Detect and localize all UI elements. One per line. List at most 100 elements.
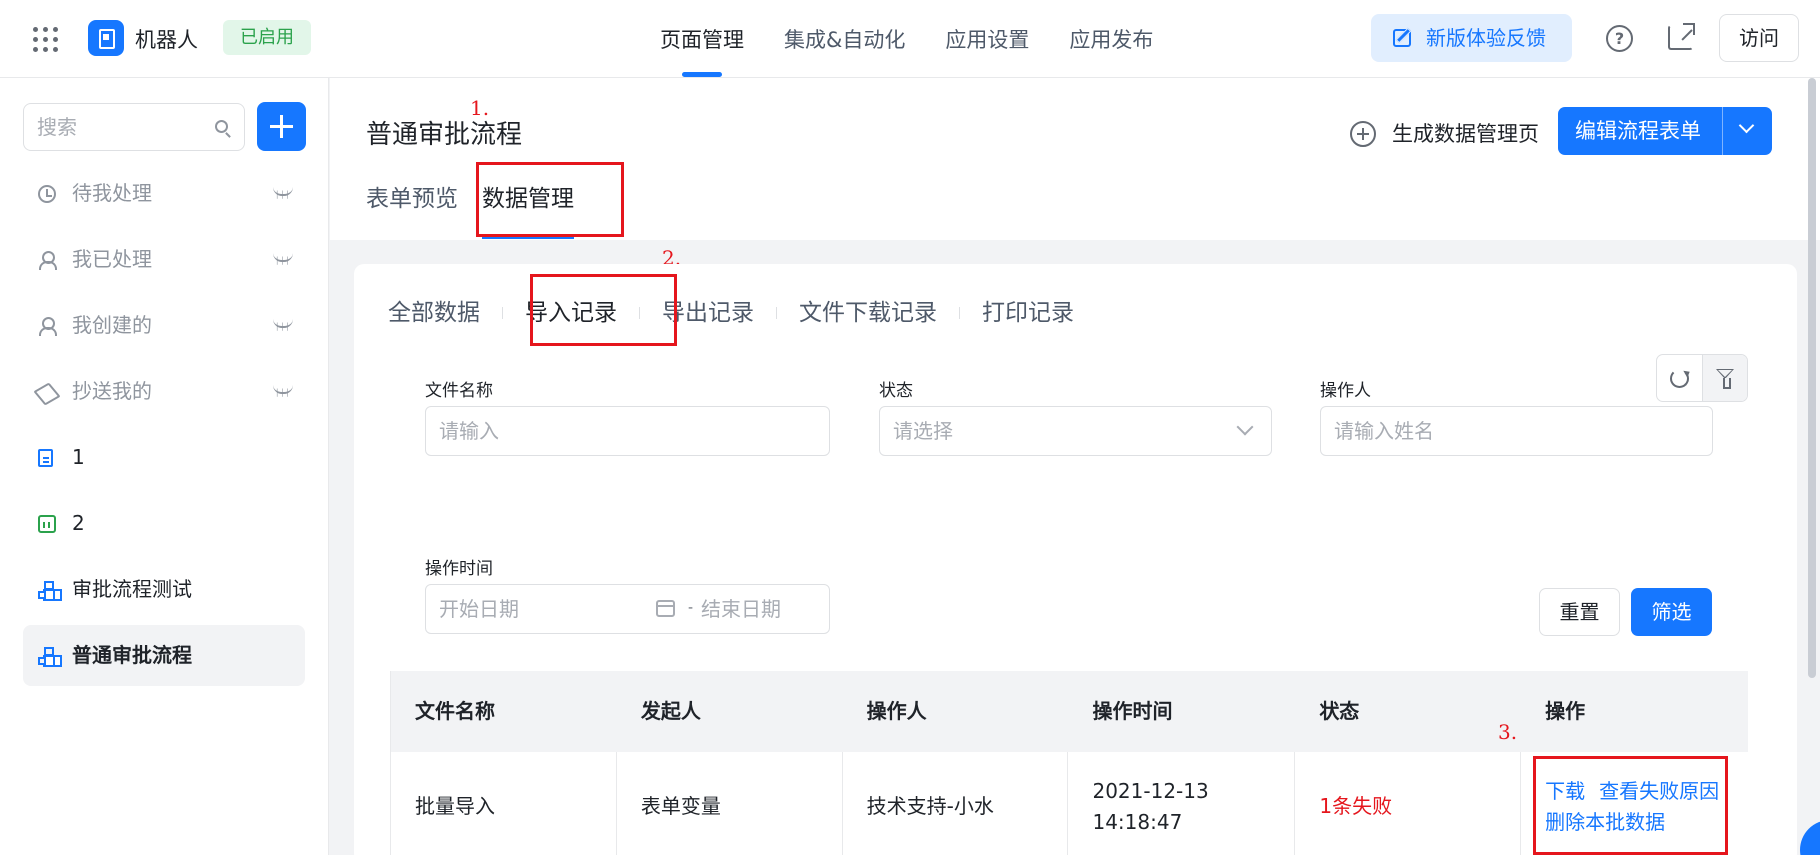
column-header: 文件名称 — [415, 699, 495, 723]
nav-page-management[interactable]: 页面管理 — [640, 0, 764, 78]
flow-icon — [38, 647, 56, 665]
column-header: 操作时间 — [1092, 699, 1173, 723]
chevron-down-icon[interactable] — [1738, 117, 1755, 134]
sidebar-item-label: 1 — [72, 445, 85, 469]
feedback-button[interactable]: 新版体验反馈 — [1371, 14, 1572, 62]
column-header: 操作 — [1545, 699, 1586, 723]
tab-print-records[interactable]: 打印记录 — [960, 288, 1096, 338]
operator-label: 操作人 — [1320, 381, 1371, 401]
date-separator: - — [688, 600, 694, 616]
sidebar-item-label: 审批流程测试 — [72, 577, 192, 601]
tab-form-preview[interactable]: 表单预览 — [366, 170, 458, 240]
sidebar: 待我处理 我已处理 我创建的 抄送我的 1 2 审批流程测试 — [0, 78, 329, 855]
tab-import-records[interactable]: 导入记录 — [503, 288, 639, 338]
sidebar-item-processed[interactable]: 我已处理 — [23, 229, 305, 290]
tab-data-management[interactable]: 数据管理 — [482, 170, 574, 240]
operator-field[interactable] — [1320, 406, 1713, 456]
column-header: 发起人 — [640, 699, 701, 723]
sidebar-item-pending[interactable]: 待我处理 — [23, 163, 305, 224]
delete-batch-link[interactable]: 删除本批数据 — [1545, 807, 1665, 838]
clock-icon — [38, 185, 56, 203]
feedback-label: 新版体验反馈 — [1426, 26, 1546, 50]
status-label: 状态 — [879, 381, 913, 401]
page-header: 普通审批流程 1. 生成数据管理页 编辑流程表单 表单预览 数据管理 — [330, 78, 1820, 240]
user-check-icon — [38, 251, 57, 270]
annotation-1: 1. — [470, 96, 490, 120]
tab-download-records[interactable]: 文件下载记录 — [777, 288, 959, 338]
external-link-icon[interactable] — [1668, 23, 1695, 50]
sidebar-item-label: 普通审批流程 — [72, 643, 192, 667]
sidebar-item-approval-test[interactable]: 审批流程测试 — [23, 559, 305, 620]
search-input[interactable] — [24, 104, 194, 150]
generate-data-page-button[interactable]: 生成数据管理页 — [1348, 112, 1539, 156]
eye-closed-icon[interactable] — [273, 187, 293, 199]
nav-app-settings[interactable]: 应用设置 — [925, 0, 1049, 78]
refresh-icon — [1670, 369, 1689, 388]
user-share-icon — [38, 317, 57, 336]
app-logo-icon — [88, 20, 124, 56]
sidebar-search[interactable] — [23, 103, 245, 151]
eye-closed-icon[interactable] — [273, 253, 293, 265]
sidebar-item-label: 我创建的 — [72, 313, 152, 337]
file-name-input[interactable] — [426, 407, 829, 455]
cell-file-name: 批量导入 — [391, 752, 617, 855]
download-link[interactable]: 下载 — [1545, 776, 1585, 807]
cell-operator: 技术支持-小水 — [843, 752, 1069, 855]
table-tools — [1656, 354, 1748, 402]
operator-input[interactable] — [1321, 407, 1712, 455]
records-card: 全部数据 导入记录 导出记录 文件下载记录 打印记录 文件名称 状态 操作人 操… — [354, 264, 1797, 855]
app-grid-icon[interactable] — [33, 27, 58, 52]
sidebar-item-label: 抄送我的 — [72, 379, 152, 403]
view-failure-reason-link[interactable]: 查看失败原因 — [1599, 776, 1719, 807]
nav-app-publish[interactable]: 应用发布 — [1049, 0, 1173, 78]
cell-actions: 下载 查看失败原因 删除本批数据 — [1521, 752, 1748, 855]
cell-time: 2021-12-13 14:18:47 — [1068, 752, 1296, 855]
operation-time-label: 操作时间 — [425, 559, 493, 579]
eye-closed-icon[interactable] — [273, 319, 293, 331]
sidebar-item-created[interactable]: 我创建的 — [23, 295, 305, 356]
sidebar-item-approval-flow[interactable]: 普通审批流程 — [23, 625, 305, 686]
top-bar: 机器人 已启用 页面管理 集成&自动化 应用设置 应用发布 新版体验反馈 ? 访… — [0, 0, 1820, 78]
import-records-table: 文件名称 发起人 操作人 操作时间 状态 操作 批量导入 表单变量 技术支持-小… — [390, 671, 1748, 855]
start-date[interactable]: 开始日期 — [439, 585, 519, 633]
refresh-button[interactable] — [1657, 355, 1702, 401]
app-name: 机器人 — [135, 28, 198, 52]
end-date[interactable]: 结束日期 — [701, 585, 781, 633]
status-select-input[interactable] — [880, 407, 1271, 455]
help-icon[interactable]: ? — [1606, 25, 1633, 52]
nav-integration-automation[interactable]: 集成&自动化 — [764, 0, 925, 78]
visit-button[interactable]: 访问 — [1719, 14, 1799, 62]
filter-button[interactable]: 筛选 — [1631, 588, 1712, 636]
cell-status: 1条失败 — [1295, 752, 1522, 855]
button-divider — [1722, 107, 1723, 155]
add-page-button[interactable] — [257, 102, 306, 151]
record-tabs: 全部数据 导入记录 导出记录 文件下载记录 打印记录 — [388, 288, 1096, 338]
robot-icon — [38, 515, 56, 533]
reset-button[interactable]: 重置 — [1539, 588, 1620, 636]
search-icon — [215, 120, 228, 133]
status-badge: 已启用 — [223, 20, 311, 55]
sidebar-list: 待我处理 我已处理 我创建的 抄送我的 1 2 审批流程测试 — [23, 163, 305, 691]
column-header: 状态 — [1319, 699, 1360, 723]
sidebar-item-label: 我已处理 — [72, 247, 152, 271]
floating-help-button[interactable] — [1800, 820, 1820, 855]
table-row: 批量导入 表单变量 技术支持-小水 2021-12-13 14:18:47 1条… — [391, 752, 1748, 855]
tab-all-data[interactable]: 全部数据 — [388, 288, 502, 338]
file-name-label: 文件名称 — [425, 381, 493, 401]
eye-closed-icon[interactable] — [273, 385, 293, 397]
date-range-picker[interactable]: 开始日期 - 结束日期 — [425, 584, 830, 634]
plus-circle-icon — [1350, 121, 1376, 147]
flow-icon — [38, 581, 56, 599]
scrollbar[interactable] — [1808, 78, 1816, 678]
sidebar-item-cc[interactable]: 抄送我的 — [23, 361, 305, 422]
sidebar-item-page-1[interactable]: 1 — [23, 427, 305, 488]
sidebar-item-page-2[interactable]: 2 — [23, 493, 305, 554]
cell-initiator: 表单变量 — [617, 752, 843, 855]
edit-flow-form-button[interactable]: 编辑流程表单 — [1558, 107, 1772, 155]
status-select[interactable] — [879, 406, 1272, 456]
file-name-field[interactable] — [425, 406, 830, 456]
tab-export-records[interactable]: 导出记录 — [640, 288, 776, 338]
sidebar-item-label: 待我处理 — [72, 181, 152, 205]
edit-icon — [1393, 29, 1411, 47]
filter-toggle-button[interactable] — [1702, 355, 1747, 401]
